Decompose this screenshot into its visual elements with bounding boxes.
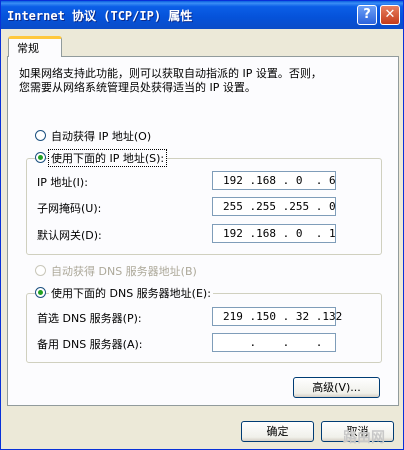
default-gateway-input[interactable]: 192 .168 . 0 . 1	[212, 224, 336, 243]
ok-button[interactable]: 确定	[241, 421, 314, 442]
window-title: Internet 协议 (TCP/IP) 属性	[7, 9, 193, 23]
alternate-dns-label: 备用 DNS 服务器(A):	[37, 338, 143, 351]
tab-general-label: 常规	[17, 42, 39, 55]
default-gateway-label: 默认网关(D):	[37, 229, 102, 242]
preferred-dns-input[interactable]: 219 .150 . 32 .132	[212, 307, 342, 326]
title-bar[interactable]: Internet 协议 (TCP/IP) 属性 ? ✕	[1, 1, 403, 29]
manual-dns-radio[interactable]	[35, 287, 46, 298]
dns-group-box	[26, 293, 382, 363]
alternate-dns-input[interactable]: . . .	[212, 333, 336, 352]
close-button[interactable]: ✕	[380, 5, 400, 25]
manual-ip-label[interactable]: 使用下面的 IP 地址(S):	[47, 149, 168, 167]
advanced-button[interactable]: 高级(V)...	[293, 377, 380, 398]
subnet-mask-label: 子网掩码(U):	[37, 202, 102, 215]
tab-general[interactable]: 常规	[8, 36, 62, 57]
manual-ip-radio[interactable]	[35, 152, 46, 163]
auto-ip-label[interactable]: 自动获得 IP 地址(O)	[51, 128, 151, 144]
auto-dns-radio[interactable]	[35, 265, 46, 276]
help-button[interactable]: ?	[357, 5, 377, 25]
dialog-window: Internet 协议 (TCP/IP) 属性 ? ✕ 常规 如果网络支持此功能…	[0, 0, 404, 450]
auto-dns-label[interactable]: 自动获得 DNS 服务器地址(B)	[51, 263, 197, 279]
auto-ip-radio[interactable]	[35, 130, 46, 141]
subnet-mask-input[interactable]: 255 .255 .255 . 0	[212, 197, 336, 216]
watermark-text: 路由网	[343, 430, 385, 446]
description-text: 如果网络支持此功能，则可以获取自动指派的 IP 设置。否则， 您需要从网络系统管…	[19, 67, 322, 94]
preferred-dns-label: 首选 DNS 服务器(P):	[37, 312, 142, 325]
manual-dns-label[interactable]: 使用下面的 DNS 服务器地址(E):	[49, 285, 213, 301]
ip-address-label: IP 地址(I):	[37, 176, 88, 189]
ip-address-input[interactable]: 192 .168 . 0 . 6	[212, 171, 336, 190]
